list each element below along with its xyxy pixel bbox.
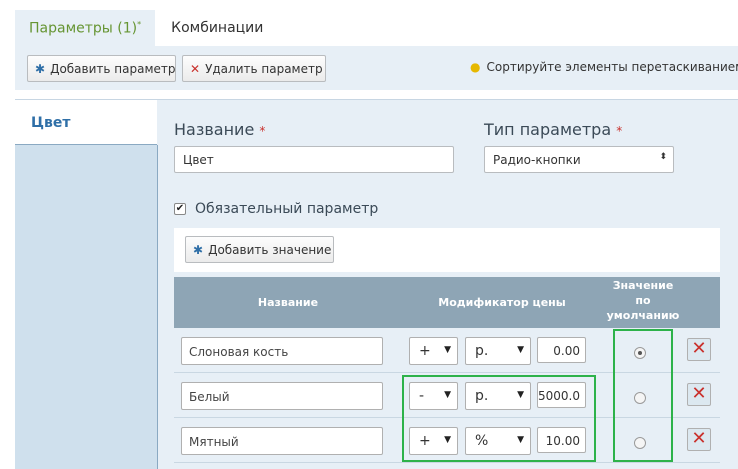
lightbulb-icon: ● [470, 60, 481, 74]
tab-bar: Параметры (1)* Комбинации [15, 10, 277, 46]
table-row: Мятный + ▼ % ▼ 10.00 ✕ [174, 418, 720, 463]
name-input-value: Цвет [183, 153, 214, 167]
amount-input[interactable]: 10.00 [537, 427, 586, 453]
add-icon: ✱ [193, 242, 204, 257]
value-name-input[interactable]: Мятный [181, 427, 383, 455]
unit-select[interactable]: % ▼ [465, 427, 531, 455]
sign-value: - [419, 388, 425, 404]
sort-hint: ● Сортируйте элементы перетаскиванием [470, 60, 738, 74]
column-default-line3: умолчанию [606, 309, 680, 322]
required-asterisk: * [259, 124, 266, 138]
value-name-text: Белый [189, 390, 230, 404]
parameter-sidebar: Цвет [15, 100, 158, 469]
toolbar: ✱ Добавить параметр ✕ Удалить параметр ●… [15, 46, 738, 90]
caret-down-icon: ▼ [444, 345, 451, 355]
updown-icon: ⬍ [659, 152, 667, 162]
add-parameter-button[interactable]: ✱ Добавить параметр [27, 55, 176, 82]
required-checkbox-row[interactable]: ✔ Обязательный параметр [174, 201, 378, 217]
sign-select[interactable]: + ▼ [409, 427, 458, 455]
required-checkbox-label: Обязательный параметр [195, 201, 379, 217]
unit-value: % [475, 433, 489, 449]
values-table-header: Название Модификатор цены Значение по ум… [174, 277, 720, 328]
caret-down-icon: ▼ [517, 435, 524, 445]
caret-down-icon: ▼ [517, 345, 524, 355]
name-input[interactable]: Цвет [174, 146, 454, 173]
sign-value: + [419, 433, 431, 449]
required-asterisk: * [616, 124, 623, 138]
add-icon: ✱ [35, 61, 46, 76]
tab-modified-marker: * [137, 20, 142, 29]
tab-combinations-label: Комбинации [171, 20, 264, 36]
type-select[interactable]: Радио-кнопки ⬍ [484, 146, 674, 173]
default-radio[interactable] [634, 392, 646, 404]
caret-down-icon: ▼ [444, 435, 451, 445]
amount-value: 10.00 [545, 434, 580, 448]
name-label: Название * [174, 120, 265, 139]
unit-value: р. [475, 343, 489, 359]
value-name-input[interactable]: Белый [181, 382, 383, 410]
column-default-line2: по [635, 294, 651, 307]
column-price-modifier: Модификатор цены [438, 296, 566, 309]
delete-icon: ✕ [190, 61, 201, 76]
add-value-button[interactable]: ✱ Добавить значение [185, 236, 334, 263]
delete-value-button[interactable]: ✕ [687, 338, 711, 361]
type-label: Тип параметра * [484, 120, 622, 139]
add-value-bar: ✱ Добавить значение [174, 228, 720, 272]
required-checkbox[interactable]: ✔ [174, 203, 186, 215]
sign-select[interactable]: + ▼ [409, 337, 458, 365]
column-default-line1: Значение [612, 279, 674, 292]
unit-select[interactable]: р. ▼ [465, 337, 531, 365]
add-value-label: Добавить значение [208, 242, 332, 257]
table-row: Белый - ▼ р. ▼ 5000.0 ✕ [174, 373, 720, 418]
amount-value: 0.00 [553, 344, 580, 358]
value-name-input[interactable]: Слоновая кость [181, 337, 383, 365]
caret-down-icon: ▼ [517, 390, 524, 400]
tab-parameters-label: Параметры (1) [29, 20, 138, 37]
name-label-text: Название [174, 120, 255, 139]
close-icon: ✕ [691, 338, 707, 359]
sign-select[interactable]: - ▼ [409, 382, 458, 410]
column-default: Значение по умолчанию [599, 278, 687, 323]
delete-parameter-label: Удалить параметр [205, 61, 323, 76]
delete-value-button[interactable]: ✕ [687, 428, 711, 451]
parameter-panel: Цвет Название * Цвет Тип параметра * Рад… [15, 99, 738, 469]
add-parameter-label: Добавить параметр [50, 61, 176, 76]
default-radio[interactable] [634, 347, 646, 359]
sidebar-item-label: Цвет [31, 115, 71, 131]
unit-select[interactable]: р. ▼ [465, 382, 531, 410]
delete-value-button[interactable]: ✕ [687, 383, 711, 406]
sidebar-divider [157, 145, 158, 469]
value-name-text: Слоновая кость [189, 345, 289, 359]
params-editor: Параметры (1)* Комбинации ✱ Добавить пар… [0, 0, 738, 469]
type-select-value: Радио-кнопки [493, 153, 581, 167]
tab-combinations[interactable]: Комбинации [155, 10, 277, 46]
delete-parameter-button[interactable]: ✕ Удалить параметр [182, 55, 326, 82]
column-name: Название [257, 296, 319, 309]
amount-input[interactable]: 0.00 [537, 337, 586, 363]
sign-value: + [419, 343, 431, 359]
amount-value: 5000.0 [538, 389, 580, 403]
default-radio[interactable] [634, 437, 646, 449]
caret-down-icon: ▼ [444, 390, 451, 400]
close-icon: ✕ [691, 383, 707, 404]
close-icon: ✕ [691, 428, 707, 449]
unit-value: р. [475, 388, 489, 404]
table-row: Слоновая кость + ▼ р. ▼ 0.00 ✕ [174, 328, 720, 373]
sort-hint-text: Сортируйте элементы перетаскиванием [486, 60, 738, 74]
tab-parameters[interactable]: Параметры (1)* [15, 10, 156, 46]
type-label-text: Тип параметра [484, 120, 612, 139]
amount-input[interactable]: 5000.0 [537, 382, 586, 408]
value-name-text: Мятный [189, 435, 239, 449]
sidebar-item-color[interactable]: Цвет [15, 100, 157, 145]
